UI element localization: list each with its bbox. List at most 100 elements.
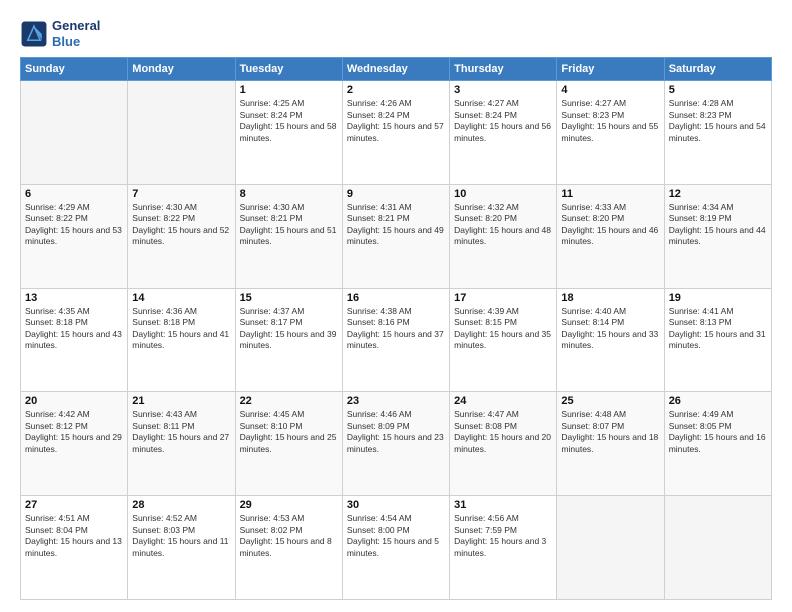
header: General Blue bbox=[20, 18, 772, 49]
logo-text-line1: General bbox=[52, 18, 100, 34]
day-info: Sunrise: 4:39 AM Sunset: 8:15 PM Dayligh… bbox=[454, 306, 552, 352]
calendar-cell: 19 Sunrise: 4:41 AM Sunset: 8:13 PM Dayli… bbox=[664, 288, 771, 392]
calendar-cell: 31 Sunrise: 4:56 AM Sunset: 7:59 PM Dayli… bbox=[450, 496, 557, 600]
logo-text-line2: Blue bbox=[52, 34, 100, 50]
day-info: Sunrise: 4:49 AM Sunset: 8:05 PM Dayligh… bbox=[669, 409, 767, 455]
calendar-cell: 7 Sunrise: 4:30 AM Sunset: 8:22 PM Daylig… bbox=[128, 184, 235, 288]
weekday-header-saturday: Saturday bbox=[664, 58, 771, 81]
day-number: 26 bbox=[669, 395, 767, 407]
day-info: Sunrise: 4:42 AM Sunset: 8:12 PM Dayligh… bbox=[25, 409, 123, 455]
calendar-cell: 8Sunrise: 4:30 AM Sunset: 8:21 PM Daylig… bbox=[235, 184, 342, 288]
day-number: 10 bbox=[454, 188, 552, 200]
day-number: 15 bbox=[240, 292, 338, 304]
day-info: Sunrise: 4:43 AM Sunset: 8:11 PM Dayligh… bbox=[132, 409, 230, 455]
day-number: 19 bbox=[669, 292, 767, 304]
day-info: Sunrise: 4:27 AM Sunset: 8:24 PM Dayligh… bbox=[454, 98, 552, 144]
day-number: 13 bbox=[25, 292, 123, 304]
day-info: Sunrise: 4:40 AM Sunset: 8:14 PM Dayligh… bbox=[561, 306, 659, 352]
calendar-cell: 1 Sunrise: 4:25 AM Sunset: 8:24 PM Daylig… bbox=[235, 81, 342, 185]
calendar-cell: 6 Sunrise: 4:29 AM Sunset: 8:22 PM Daylig… bbox=[21, 184, 128, 288]
weekday-header-friday: Friday bbox=[557, 58, 664, 81]
calendar-table: SundayMondayTuesdayWednesdayThursdayFrid… bbox=[20, 57, 772, 600]
calendar-cell: 28Sunrise: 4:52 AM Sunset: 8:03 PM Dayli… bbox=[128, 496, 235, 600]
day-number: 30 bbox=[347, 499, 445, 511]
weekday-header-tuesday: Tuesday bbox=[235, 58, 342, 81]
day-info: Sunrise: 4:31 AM Sunset: 8:21 PM Dayligh… bbox=[347, 202, 445, 248]
calendar-cell bbox=[557, 496, 664, 600]
calendar-cell: 16Sunrise: 4:38 AM Sunset: 8:16 PM Dayli… bbox=[342, 288, 449, 392]
calendar-cell: 15 Sunrise: 4:37 AM Sunset: 8:17 PM Dayli… bbox=[235, 288, 342, 392]
calendar-cell: 20 Sunrise: 4:42 AM Sunset: 8:12 PM Dayli… bbox=[21, 392, 128, 496]
day-number: 23 bbox=[347, 395, 445, 407]
day-info: Sunrise: 4:41 AM Sunset: 8:13 PM Dayligh… bbox=[669, 306, 767, 352]
calendar-cell: 12 Sunrise: 4:34 AM Sunset: 8:19 PM Dayli… bbox=[664, 184, 771, 288]
calendar-cell: 3Sunrise: 4:27 AM Sunset: 8:24 PM Daylig… bbox=[450, 81, 557, 185]
calendar-cell: 26 Sunrise: 4:49 AM Sunset: 8:05 PM Dayli… bbox=[664, 392, 771, 496]
calendar-cell bbox=[21, 81, 128, 185]
calendar-body: 1 Sunrise: 4:25 AM Sunset: 8:24 PM Daylig… bbox=[21, 81, 772, 600]
calendar-cell: 22Sunrise: 4:45 AM Sunset: 8:10 PM Dayli… bbox=[235, 392, 342, 496]
day-number: 31 bbox=[454, 499, 552, 511]
day-info: Sunrise: 4:35 AM Sunset: 8:18 PM Dayligh… bbox=[25, 306, 123, 352]
day-info: Sunrise: 4:48 AM Sunset: 8:07 PM Dayligh… bbox=[561, 409, 659, 455]
day-info: Sunrise: 4:51 AM Sunset: 8:04 PM Dayligh… bbox=[25, 513, 123, 559]
day-info: Sunrise: 4:36 AM Sunset: 8:18 PM Dayligh… bbox=[132, 306, 230, 352]
day-info: Sunrise: 4:26 AM Sunset: 8:24 PM Dayligh… bbox=[347, 98, 445, 144]
calendar-cell: 18 Sunrise: 4:40 AM Sunset: 8:14 PM Dayli… bbox=[557, 288, 664, 392]
day-number: 27 bbox=[25, 499, 123, 511]
day-number: 21 bbox=[132, 395, 230, 407]
day-number: 17 bbox=[454, 292, 552, 304]
day-number: 8 bbox=[240, 188, 338, 200]
day-number: 14 bbox=[132, 292, 230, 304]
calendar-cell: 30Sunrise: 4:54 AM Sunset: 8:00 PM Dayli… bbox=[342, 496, 449, 600]
day-number: 16 bbox=[347, 292, 445, 304]
week-row-1: 1 Sunrise: 4:25 AM Sunset: 8:24 PM Daylig… bbox=[21, 81, 772, 185]
day-number: 2 bbox=[347, 84, 445, 96]
day-number: 12 bbox=[669, 188, 767, 200]
calendar-cell: 27 Sunrise: 4:51 AM Sunset: 8:04 PM Dayli… bbox=[21, 496, 128, 600]
week-row-2: 6 Sunrise: 4:29 AM Sunset: 8:22 PM Daylig… bbox=[21, 184, 772, 288]
week-row-5: 27 Sunrise: 4:51 AM Sunset: 8:04 PM Dayli… bbox=[21, 496, 772, 600]
weekday-header-sunday: Sunday bbox=[21, 58, 128, 81]
weekday-header-thursday: Thursday bbox=[450, 58, 557, 81]
calendar-cell: 11Sunrise: 4:33 AM Sunset: 8:20 PM Dayli… bbox=[557, 184, 664, 288]
day-number: 20 bbox=[25, 395, 123, 407]
logo: General Blue bbox=[20, 18, 100, 49]
day-info: Sunrise: 4:37 AM Sunset: 8:17 PM Dayligh… bbox=[240, 306, 338, 352]
week-row-3: 13 Sunrise: 4:35 AM Sunset: 8:18 PM Dayli… bbox=[21, 288, 772, 392]
calendar-cell: 25Sunrise: 4:48 AM Sunset: 8:07 PM Dayli… bbox=[557, 392, 664, 496]
day-number: 18 bbox=[561, 292, 659, 304]
day-number: 7 bbox=[132, 188, 230, 200]
calendar-cell: 24Sunrise: 4:47 AM Sunset: 8:08 PM Dayli… bbox=[450, 392, 557, 496]
calendar-cell: 13 Sunrise: 4:35 AM Sunset: 8:18 PM Dayli… bbox=[21, 288, 128, 392]
weekday-header-wednesday: Wednesday bbox=[342, 58, 449, 81]
calendar-cell bbox=[664, 496, 771, 600]
day-info: Sunrise: 4:33 AM Sunset: 8:20 PM Dayligh… bbox=[561, 202, 659, 248]
weekday-row: SundayMondayTuesdayWednesdayThursdayFrid… bbox=[21, 58, 772, 81]
day-info: Sunrise: 4:28 AM Sunset: 8:23 PM Dayligh… bbox=[669, 98, 767, 144]
calendar-cell: 17 Sunrise: 4:39 AM Sunset: 8:15 PM Dayli… bbox=[450, 288, 557, 392]
calendar-cell: 29Sunrise: 4:53 AM Sunset: 8:02 PM Dayli… bbox=[235, 496, 342, 600]
calendar-cell: 21 Sunrise: 4:43 AM Sunset: 8:11 PM Dayli… bbox=[128, 392, 235, 496]
calendar-cell: 4 Sunrise: 4:27 AM Sunset: 8:23 PM Daylig… bbox=[557, 81, 664, 185]
weekday-header-monday: Monday bbox=[128, 58, 235, 81]
calendar-cell: 9Sunrise: 4:31 AM Sunset: 8:21 PM Daylig… bbox=[342, 184, 449, 288]
day-number: 5 bbox=[669, 84, 767, 96]
day-info: Sunrise: 4:27 AM Sunset: 8:23 PM Dayligh… bbox=[561, 98, 659, 144]
week-row-4: 20 Sunrise: 4:42 AM Sunset: 8:12 PM Dayli… bbox=[21, 392, 772, 496]
day-number: 6 bbox=[25, 188, 123, 200]
day-info: Sunrise: 4:34 AM Sunset: 8:19 PM Dayligh… bbox=[669, 202, 767, 248]
page: General Blue SundayMondayTuesdayWednesda… bbox=[0, 0, 792, 612]
day-info: Sunrise: 4:46 AM Sunset: 8:09 PM Dayligh… bbox=[347, 409, 445, 455]
logo-icon bbox=[20, 20, 48, 48]
calendar-cell: 5 Sunrise: 4:28 AM Sunset: 8:23 PM Daylig… bbox=[664, 81, 771, 185]
day-info: Sunrise: 4:29 AM Sunset: 8:22 PM Dayligh… bbox=[25, 202, 123, 248]
calendar-cell: 10 Sunrise: 4:32 AM Sunset: 8:20 PM Dayli… bbox=[450, 184, 557, 288]
day-info: Sunrise: 4:25 AM Sunset: 8:24 PM Dayligh… bbox=[240, 98, 338, 144]
day-info: Sunrise: 4:30 AM Sunset: 8:22 PM Dayligh… bbox=[132, 202, 230, 248]
day-number: 4 bbox=[561, 84, 659, 96]
day-number: 1 bbox=[240, 84, 338, 96]
day-info: Sunrise: 4:56 AM Sunset: 7:59 PM Dayligh… bbox=[454, 513, 552, 559]
day-info: Sunrise: 4:47 AM Sunset: 8:08 PM Dayligh… bbox=[454, 409, 552, 455]
day-info: Sunrise: 4:32 AM Sunset: 8:20 PM Dayligh… bbox=[454, 202, 552, 248]
